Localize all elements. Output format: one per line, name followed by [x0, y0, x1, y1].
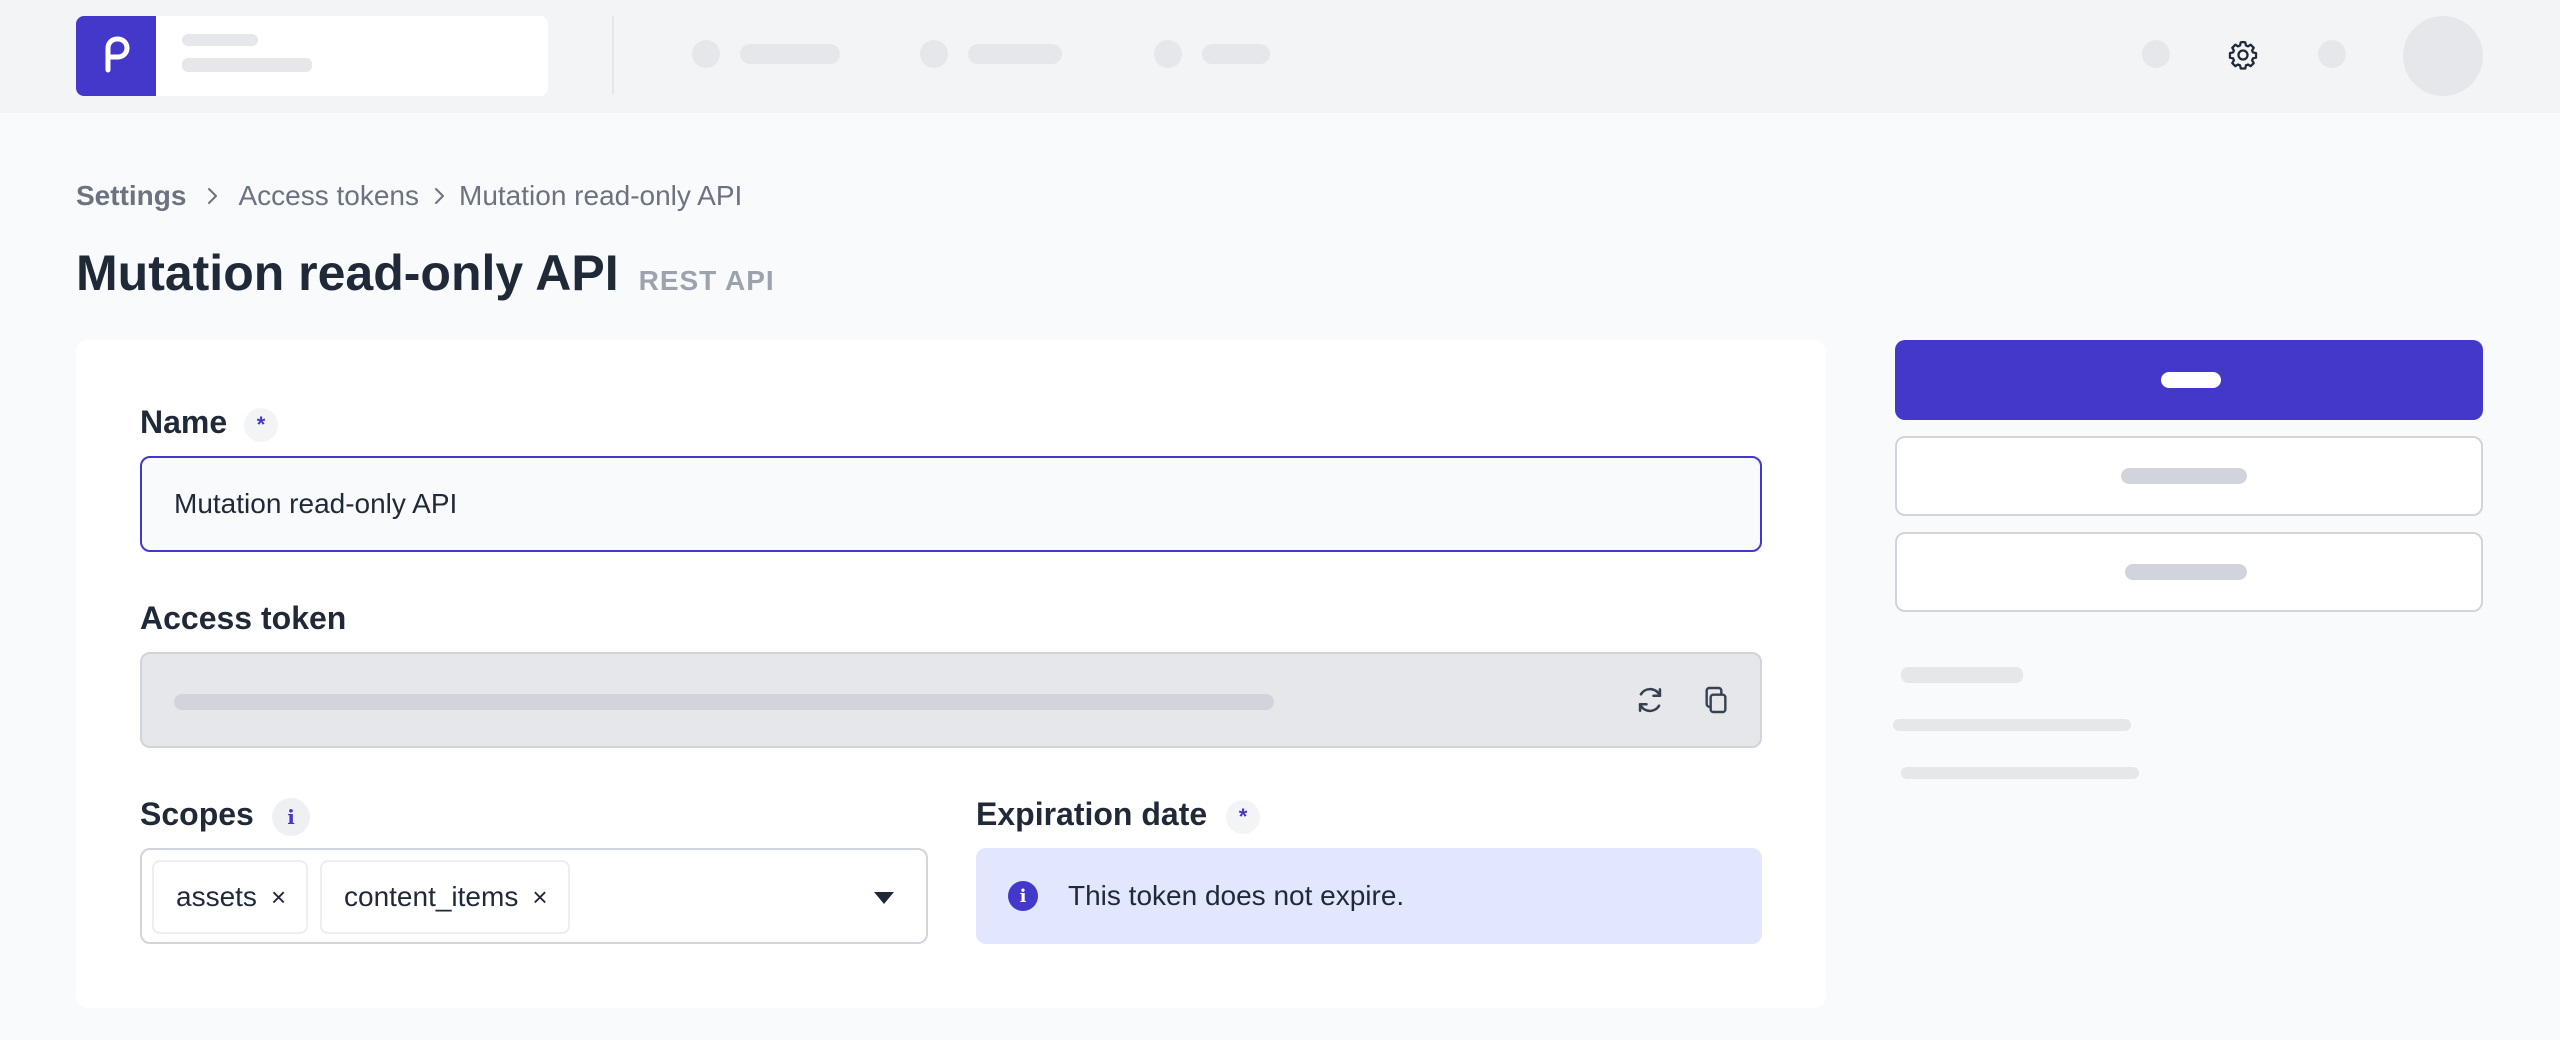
- remove-scope-icon[interactable]: ×: [271, 882, 286, 913]
- scope-chip-label: content_items: [344, 881, 519, 912]
- expiration-notice: i This token does not expire.: [976, 848, 1762, 944]
- scope-chip: assets ×: [152, 860, 309, 934]
- scope-chip-label: assets: [176, 881, 257, 912]
- info-icon[interactable]: i: [272, 798, 310, 836]
- expiration-date-label: Expiration date: [976, 796, 1208, 832]
- scopes-label: Scopes: [140, 796, 254, 832]
- project-logo-icon: [76, 16, 156, 96]
- scope-chip: content_items ×: [320, 860, 570, 934]
- access-token-label: Access token: [140, 600, 347, 636]
- nav-item-label-placeholder[interactable]: [1202, 44, 1270, 64]
- api-type-label: REST API: [638, 265, 775, 296]
- name-input[interactable]: [140, 456, 1762, 552]
- top-bar: [0, 0, 2560, 113]
- remove-scope-icon[interactable]: ×: [532, 882, 547, 913]
- chevron-right-icon: [435, 188, 444, 204]
- breadcrumb-settings[interactable]: Settings: [76, 180, 186, 212]
- caret-down-icon[interactable]: [870, 886, 898, 910]
- breadcrumb-access-tokens[interactable]: Access tokens: [238, 180, 419, 212]
- meta-line-placeholder: [1901, 767, 2139, 779]
- meta-line-placeholder: [1893, 719, 2131, 731]
- project-switcher[interactable]: [76, 16, 548, 96]
- page-title: Mutation read-only API: [76, 245, 619, 301]
- name-label: Name: [140, 404, 228, 440]
- required-indicator: *: [1226, 800, 1260, 834]
- copy-token-button[interactable]: [1696, 680, 1736, 720]
- access-token-field: [140, 652, 1762, 748]
- scopes-select[interactable]: assets × content_items ×: [140, 848, 928, 944]
- page-header: Mutation read-only API REST API: [76, 244, 775, 302]
- refresh-icon: [1638, 687, 1662, 713]
- nav-item-label-placeholder[interactable]: [968, 44, 1062, 64]
- secondary-action-button[interactable]: [1895, 436, 2483, 516]
- breadcrumb: Settings Access tokens Mutation read-onl…: [76, 178, 742, 214]
- topbar-action-icon[interactable]: [2318, 40, 2346, 68]
- nav-item-label-placeholder[interactable]: [740, 44, 840, 64]
- token-value-masked: [174, 694, 1274, 710]
- nav-item-icon[interactable]: [692, 40, 720, 68]
- nav-item-icon[interactable]: [920, 40, 948, 68]
- button-label-placeholder: [2125, 564, 2247, 580]
- avatar[interactable]: [2403, 16, 2483, 96]
- primary-action-button[interactable]: [1895, 340, 2483, 420]
- topbar-action-icon[interactable]: [2142, 40, 2170, 68]
- chevron-right-icon: [208, 188, 218, 204]
- secondary-action-button[interactable]: [1895, 532, 2483, 612]
- project-env-placeholder: [182, 58, 312, 72]
- button-label-placeholder: [2121, 468, 2247, 484]
- expiration-message: This token does not expire.: [1068, 880, 1405, 911]
- nav-item-icon[interactable]: [1154, 40, 1182, 68]
- meta-heading-placeholder: [1901, 667, 2023, 683]
- required-indicator: *: [244, 408, 278, 442]
- button-label-placeholder: [2161, 372, 2221, 388]
- copy-icon: [1705, 686, 1727, 714]
- gear-icon[interactable]: [2226, 38, 2260, 72]
- topbar-divider: [612, 16, 614, 94]
- info-icon: i: [1008, 881, 1038, 911]
- project-name-placeholder: [182, 34, 258, 46]
- token-form-card: Name * Access token Scopes i assets ×: [76, 340, 1826, 1008]
- breadcrumb-current: Mutation read-only API: [459, 180, 743, 211]
- regenerate-token-button[interactable]: [1630, 680, 1670, 720]
